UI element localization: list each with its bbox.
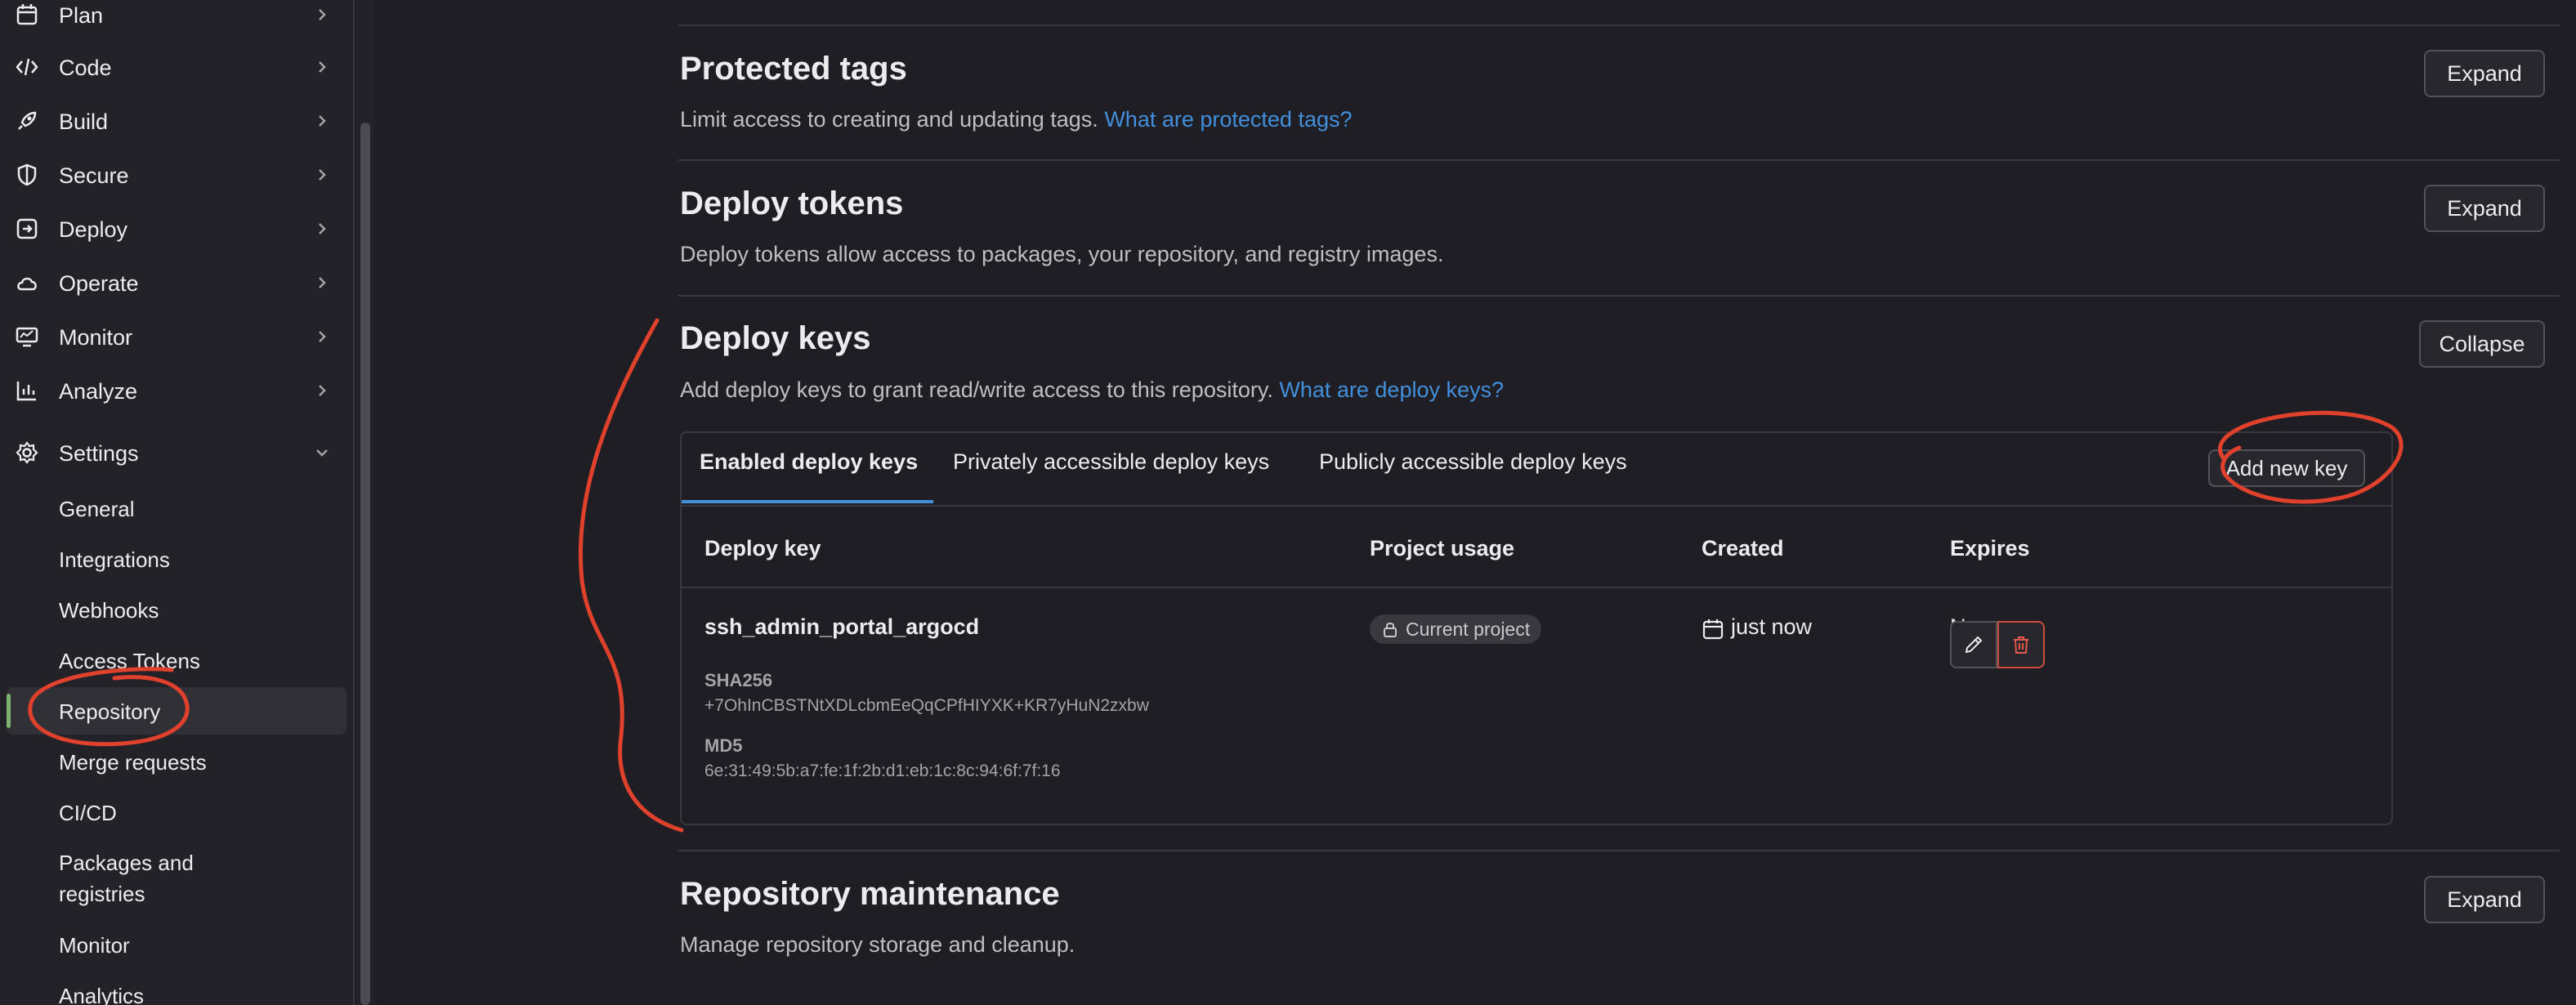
tab-privately-accessible-deploy-keys[interactable]: Privately accessible deploy keys [953,449,1269,475]
column-header-created: Created [1702,536,1784,561]
sidebar-subitem-general[interactable]: General [7,485,347,532]
deploy-tokens-description: Deploy tokens allow access to packages, … [680,242,1444,266]
sidebar-item-label: Monitor [59,325,133,350]
deploy-keys-collapse-button[interactable]: Collapse [2419,320,2545,368]
chart-icon [16,382,36,401]
repository-maintenance-expand-button[interactable]: Expand [2424,876,2545,923]
chevron-right-icon [319,223,326,234]
sidebar-subitem-integrations[interactable]: Integrations [7,535,347,583]
sidebar-item-monitor[interactable]: Monitor [0,312,353,361]
column-header-expires: Expires [1950,536,2030,561]
sha256-label: SHA256 [704,670,773,690]
active-tab-indicator [682,500,933,503]
pencil-icon [1965,636,1983,654]
section-divider [678,850,2560,851]
project-usage-badge: Current project [1370,614,1542,644]
sidebar-item-analyze[interactable]: Analyze [0,366,353,415]
calendar-icon [16,4,38,25]
deploy-keys-description: Add deploy keys to grant read/write acce… [680,377,1505,402]
table-header-divider [682,587,2391,588]
deploy-icon [16,218,38,239]
sidebar-scrollbar-thumb[interactable] [360,123,370,1005]
code-icon [16,58,38,76]
sidebar-item-label: Secure [59,163,129,188]
edit-key-button[interactable] [1950,621,1997,668]
section-divider [678,159,2560,161]
sidebar-item-code[interactable]: Code [0,42,353,92]
sidebar-item-secure[interactable]: Secure [0,150,353,199]
sidebar-item-operate[interactable]: Operate [0,258,353,307]
monitor-icon [16,327,38,347]
protected-tags-expand-button[interactable]: Expand [2424,50,2545,97]
created-value: just now [1731,614,1813,639]
chevron-right-icon [319,169,326,181]
deploy-keys-help-link[interactable]: What are deploy keys? [1279,377,1504,402]
sidebar-item-deploy[interactable]: Deploy [0,204,353,253]
chevron-down-icon [316,449,328,457]
trash-icon [2014,636,2028,654]
chevron-right-icon [319,61,326,73]
chevron-right-icon [319,115,326,127]
sidebar-item-label: Deploy [59,217,128,242]
protected-tags-description: Limit access to creating and updating ta… [680,107,1353,132]
md5-fingerprint: 6e:31:49:5b:a7:fe:1f:2b:d1:eb:1c:8c:94:6… [704,762,1061,780]
sidebar-item-label: Operate [59,271,139,296]
sidebar-subitem-analytics[interactable]: Analytics [7,971,347,1005]
calendar-icon [1702,619,1724,640]
sidebar-subitem-monitor[interactable]: Monitor [7,921,347,968]
md5-label: MD5 [704,735,743,756]
sidebar-item-settings[interactable]: Settings [0,428,353,477]
sidebar-item-label: Settings [59,441,139,466]
deploy-tokens-title: Deploy tokens [680,185,904,221]
repository-maintenance-title: Repository maintenance [680,876,1060,912]
sidebar-item-label: Plan [59,3,104,28]
lock-icon [1384,623,1397,637]
protected-tags-title: Protected tags [680,51,907,87]
shield-icon [17,163,37,186]
sidebar-item-label: Build [59,109,109,134]
section-divider [678,25,2560,26]
tab-enabled-deploy-keys[interactable]: Enabled deploy keys [700,449,918,475]
section-divider [678,295,2560,297]
deploy-keys-title: Deploy keys [680,320,871,356]
sidebar-subitem-webhooks[interactable]: Webhooks [7,586,347,633]
deploy-key-name: ssh_admin_portal_argocd [704,614,980,639]
deploy-keys-panel: Enabled deploy keys Privately accessible… [680,431,2393,825]
sidebar-subitem-repository[interactable]: Repository [7,687,347,735]
sha256-fingerprint: +7OhInCBSTNtXDLcbmEeQqCPfHIYXK+KR7yHuN2z… [704,696,1149,715]
tab-publicly-accessible-deploy-keys[interactable]: Publicly accessible deploy keys [1319,449,1627,475]
add-new-key-button[interactable]: Add new key [2208,449,2365,487]
deploy-tokens-expand-button[interactable]: Expand [2424,185,2545,232]
sidebar-item-label: Analyze [59,379,138,404]
sidebar-subitem-ci-cd[interactable]: CI/CD [7,788,347,836]
gear-icon [16,441,38,464]
delete-key-button[interactable] [1997,621,2045,668]
sidebar: Plan Code Build Secure Deploy Operate Mo… [0,0,355,1005]
chevron-right-icon [319,277,326,288]
column-header-project-usage: Project usage [1370,536,1515,561]
sidebar-item-build[interactable]: Build [0,96,353,145]
sidebar-subitem-access-tokens[interactable]: Access Tokens [7,636,347,684]
protected-tags-help-link[interactable]: What are protected tags? [1104,107,1352,132]
sidebar-subitem-merge-requests[interactable]: Merge requests [7,738,347,785]
chevron-right-icon [319,9,326,20]
chevron-right-icon [319,385,326,396]
column-header-deploy-key: Deploy key [704,536,821,561]
rocket-icon [18,111,37,130]
sidebar-item-label: Code [59,56,112,80]
tabs-divider [682,505,2391,507]
chevron-right-icon [319,331,326,342]
sidebar-item-plan[interactable]: Plan [0,0,353,39]
annotation-bracket [579,318,684,833]
cloud-icon [17,277,37,291]
sidebar-subitem-packages-and-registries[interactable]: Packages and registries [7,842,347,911]
repository-maintenance-description: Manage repository storage and cleanup. [680,932,1076,957]
